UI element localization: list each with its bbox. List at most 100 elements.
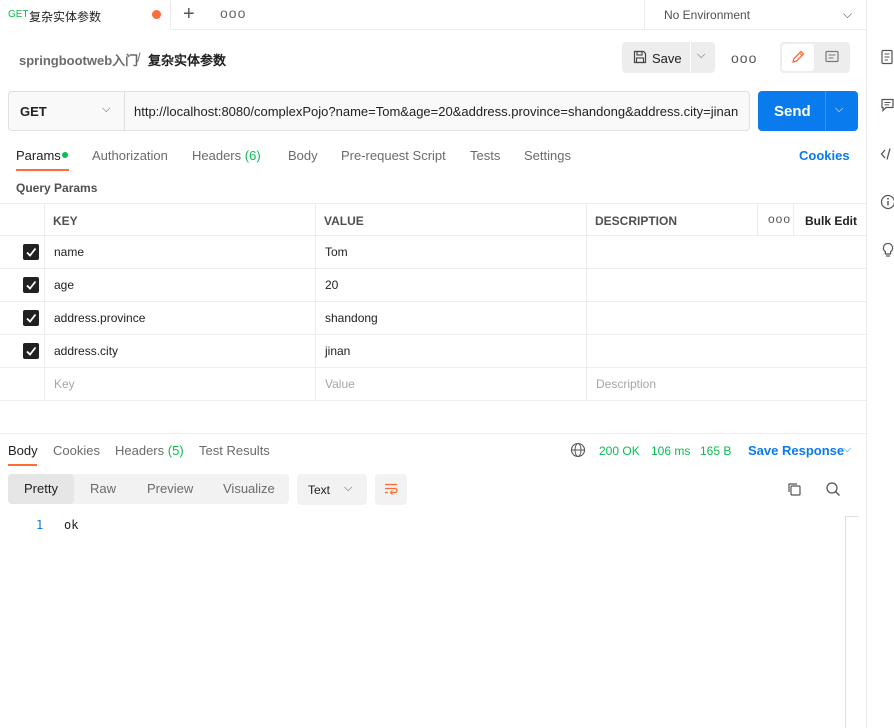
search-icon[interactable] [825,481,841,497]
description-cell[interactable] [587,236,866,269]
save-response-button[interactable]: Save Response [748,443,844,458]
header-description-cell: DESCRIPTION [587,204,758,237]
response-tab-body[interactable]: Body [8,443,38,458]
table-row: name Tom [0,236,866,269]
param-checkbox[interactable] [23,343,39,359]
table-row: address.province shandong [0,302,866,335]
code-snippet-icon[interactable] [880,146,894,162]
table-header-row: KEY VALUE DESCRIPTION ooo Bulk Edit [0,203,866,237]
tab-prerequest-script[interactable]: Pre-request Script [341,148,446,163]
save-icon[interactable] [632,49,648,65]
response-tab-test-results[interactable]: Test Results [199,443,270,458]
param-key: name [54,245,85,259]
response-format-label: Text [308,483,331,497]
tab-authorization[interactable]: Authorization [92,148,168,163]
documentation-mode-button[interactable] [816,44,848,71]
new-tab-plus-icon[interactable]: + [183,4,195,24]
more-tabs-icon[interactable]: ooo [220,5,246,21]
save-button[interactable]: Save [652,51,682,66]
header-value-cell: VALUE [316,204,587,237]
param-value: Tom [325,245,348,259]
tab-params[interactable]: Params [16,148,61,163]
format-tab-visualize[interactable]: Visualize [223,481,275,496]
description-cell[interactable]: Description [587,368,866,401]
method-chevron-down-icon[interactable]: ⌵ [102,103,110,116]
value-placeholder: Value [325,377,355,391]
url-text[interactable]: http://localhost:8080/complexPojo?name=T… [134,104,738,119]
documentation-icon[interactable] [880,49,894,65]
format-tab-preview[interactable]: Preview [147,481,193,496]
tab-settings[interactable]: Settings [524,148,571,163]
info-icon[interactable] [880,194,894,210]
send-button-label[interactable]: Send [774,103,811,120]
save-options-chevron-down-icon[interactable]: ⌵ [697,49,705,62]
value-cell[interactable]: shandong [316,302,587,335]
breadcrumb-request-name[interactable]: 复杂实体参数 [148,50,226,69]
send-options-chevron-down-icon[interactable]: ⌵ [835,103,843,116]
response-tab-headers-label: Headers [115,443,165,458]
params-active-dot-icon [62,152,68,158]
line-number: 1 [36,518,44,532]
copy-icon[interactable] [786,481,802,497]
tab-tests[interactable]: Tests [470,148,500,163]
response-scrollbar[interactable] [845,516,859,728]
header-key-cell: KEY [45,204,316,237]
value-cell[interactable]: 20 [316,269,587,302]
key-cell[interactable]: address.province [45,302,316,335]
response-format-chevron-down-icon[interactable]: ⌵ [344,482,352,495]
description-cell[interactable] [587,302,866,335]
param-checkbox[interactable] [23,310,39,326]
key-cell[interactable]: address.city [45,335,316,368]
format-tab-pretty[interactable]: Pretty [24,481,58,496]
unsaved-changes-dot-icon[interactable] [152,10,161,19]
response-status-code[interactable]: 200 OK [599,444,640,458]
value-cell[interactable]: Tom [316,236,587,269]
param-checkbox[interactable] [23,277,39,293]
response-code-line[interactable]: ok [64,518,78,532]
save-response-chevron-down-icon[interactable]: ⌵ [843,443,851,456]
table-more-icon[interactable]: ooo [768,212,791,226]
table-row: address.city jinan [0,335,866,368]
response-tab-cookies[interactable]: Cookies [53,443,100,458]
tab-headers-label: Headers [192,148,242,163]
tab-title[interactable]: 复杂实体参数 [29,8,101,25]
comments-icon[interactable] [880,97,894,113]
cookies-link[interactable]: Cookies [799,148,850,163]
tab-params-underline [16,169,69,171]
param-checkbox[interactable] [23,244,39,260]
checkmark-icon [26,313,37,323]
response-size[interactable]: 165 B [700,444,731,458]
header-key: KEY [53,214,78,228]
tab-headers[interactable]: Headers (6) [192,148,261,163]
environment-chevron-down-icon[interactable]: ⌵ [843,7,852,22]
table-row: age 20 [0,269,866,302]
description-cell[interactable] [587,269,866,302]
description-cell[interactable] [587,335,866,368]
globe-icon[interactable] [570,442,586,458]
key-cell[interactable]: age [45,269,316,302]
header-check-cell [0,204,45,237]
check-cell [0,302,45,335]
value-cell[interactable]: jinan [316,335,587,368]
checkmark-icon [26,247,37,257]
key-placeholder: Key [54,377,75,391]
response-time[interactable]: 106 ms [651,444,690,458]
tab-body[interactable]: Body [288,148,318,163]
header-description: DESCRIPTION [595,214,678,228]
environment-label: No Environment [664,8,751,22]
bulk-edit-button[interactable]: Bulk Edit [805,214,857,228]
response-resize-divider[interactable] [0,433,866,434]
param-value: shandong [325,311,378,325]
more-actions-icon[interactable]: ooo [731,50,757,66]
wrap-lines-button[interactable] [375,474,407,505]
description-placeholder: Description [596,377,657,391]
wrap-lines-icon [385,483,398,495]
lightbulb-icon[interactable] [880,242,894,258]
key-cell[interactable]: name [45,236,316,269]
response-tab-headers[interactable]: Headers (5) [115,443,184,458]
edit-mode-button[interactable] [782,44,814,71]
format-tab-raw[interactable]: Raw [90,481,116,496]
key-cell[interactable]: Key [45,368,316,401]
breadcrumb-collection[interactable]: springbootweb入门 [19,50,138,69]
value-cell[interactable]: Value [316,368,587,401]
